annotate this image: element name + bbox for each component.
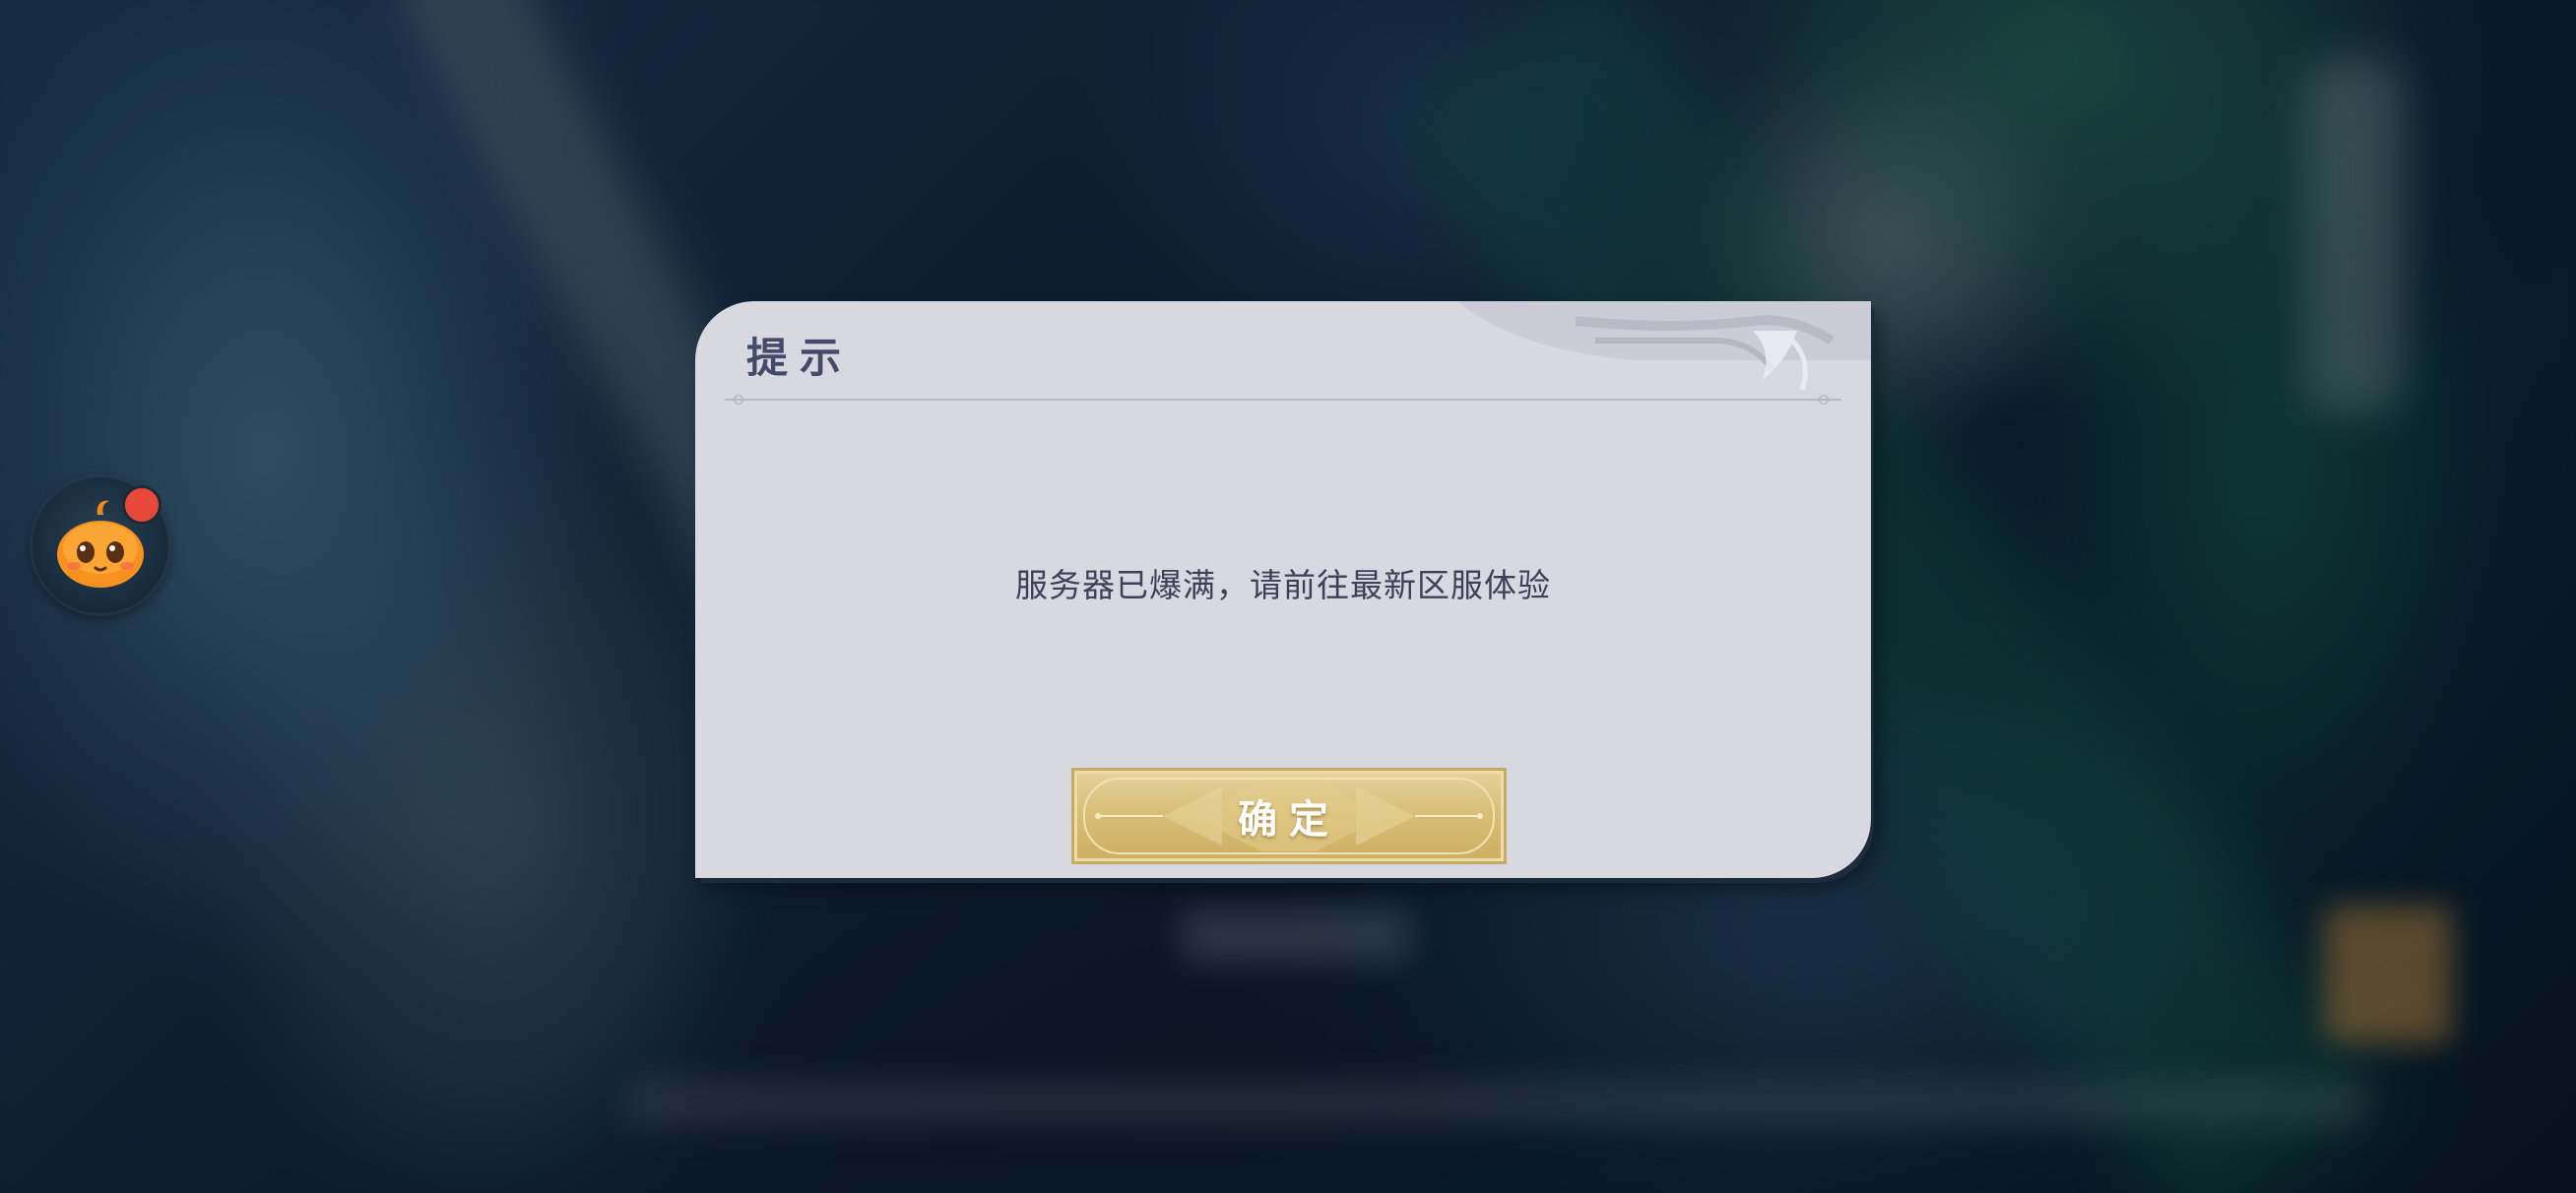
dialog-title: 提示	[746, 334, 854, 382]
confirm-button-label: 确定	[1238, 796, 1340, 843]
notification-dot	[122, 485, 161, 525]
dialog-corner-decoration	[1457, 301, 1871, 391]
notice-dialog: 提示 服务器已爆满，请前往最新区服体验 确定	[695, 301, 1871, 878]
game-screen: 提示 服务器已爆满，请前往最新区服体验 确定	[0, 0, 2576, 1193]
confirm-button[interactable]: 确定	[1071, 768, 1507, 864]
title-divider	[725, 395, 1841, 405]
dialog-message: 服务器已爆满，请前往最新区服体验	[1015, 566, 1551, 604]
